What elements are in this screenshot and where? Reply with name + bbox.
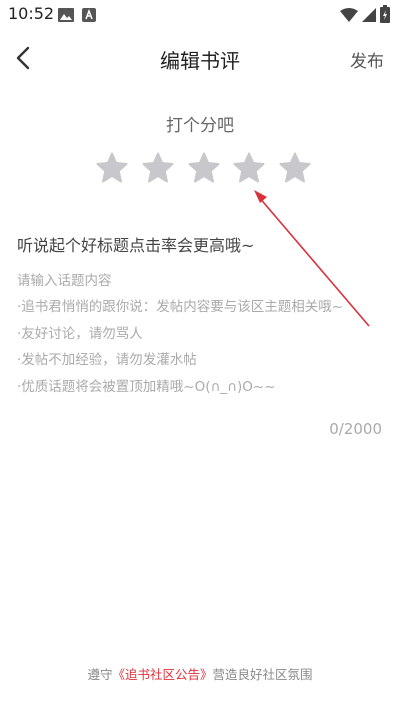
star-2[interactable] [142, 152, 174, 184]
image-icon [58, 7, 74, 26]
content-placeholder-line: ·追书君悄悄的跟你说：发帖内容要与该区主题相关哦~ [17, 299, 344, 316]
community-notice: 遵守《追书社区公告》营造良好社区氛围 [0, 664, 400, 683]
star-icon [233, 152, 265, 183]
status-bar: 10:52 [0, 0, 400, 28]
content-placeholder-line: ·友好讨论，请勿骂人 [17, 325, 143, 342]
star-4[interactable] [233, 152, 265, 184]
content-placeholder-line: 请输入话题内容 [17, 273, 112, 289]
publish-button[interactable]: 发布 [350, 47, 384, 72]
star-rating[interactable] [96, 152, 311, 188]
star-icon [142, 152, 174, 183]
wifi-icon [340, 7, 358, 26]
topic-title-input[interactable]: 听说起个好标题点击率会更高哦~ [17, 232, 254, 256]
status-right-icons [340, 5, 390, 27]
top-bar: 编辑书评 发布 [0, 36, 400, 80]
star-icon [279, 152, 311, 183]
star-1[interactable] [96, 152, 128, 184]
content-placeholder-line: ·发帖不加经验，请勿发灌水帖 [17, 352, 197, 369]
rating-prompt: 打个分吧 [166, 116, 234, 136]
signal-icon [362, 7, 376, 26]
content-placeholder-line: ·优质话题将会被置顶加精哦~O(∩_∩)O~~ [17, 378, 276, 395]
star-icon [188, 152, 219, 183]
star-5[interactable] [279, 152, 311, 184]
character-counter: 0/2000 [329, 420, 382, 438]
star-3[interactable] [188, 152, 220, 184]
topic-content-input[interactable]: 请输入话题内容 ·追书君悄悄的跟你说：发帖内容要与该区主题相关哦~ ·友好讨论，请勿… [17, 268, 387, 400]
page-title: 编辑书评 [160, 49, 240, 73]
community-announcement-link[interactable]: 《追书社区公告》 [112, 667, 212, 682]
star-icon [96, 152, 128, 183]
notice-suffix: 营造良好社区氛围 [212, 667, 313, 682]
notice-prefix: 遵守 [87, 667, 113, 682]
status-time: 10:52 [8, 4, 55, 23]
app-a-icon [82, 7, 96, 26]
battery-charging-icon [380, 5, 390, 27]
